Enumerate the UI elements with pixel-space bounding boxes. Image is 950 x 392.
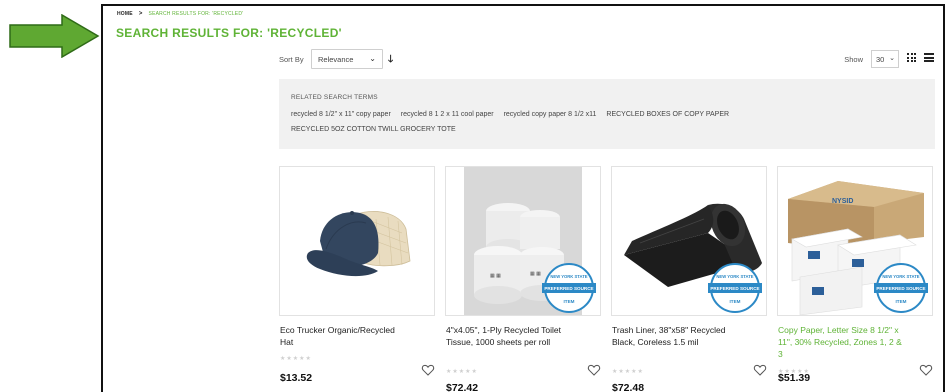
badge-top-text: NEW YORK STATE [550,274,587,279]
preferred-source-badge: NEW YORK STATE PREFERRED SOURCE ITEM [874,263,928,313]
product-image[interactable] [279,166,435,316]
breadcrumb-current: SEARCH RESULTS FOR: 'RECYCLED' [148,11,244,17]
product-name[interactable]: 4"x4.05", 1-Ply Recycled Toilet Tissue, … [446,324,572,348]
rating-stars-icon: ★★★★★ [280,356,312,362]
rating-stars-icon: ★★★★★ [612,369,644,375]
grid-view-icon[interactable] [907,53,917,63]
preferred-source-badge: NEW YORK STATE PREFERRED SOURCE ITEM [542,263,596,313]
sort-select-value: Relevance [318,55,354,64]
page-title: SEARCH RESULTS FOR: 'RECYCLED' [116,26,342,40]
related-terms-list: recycled 8 1/2" x 11" copy paper recycle… [291,107,923,137]
badge-middle-text: PREFERRED SOURCE [710,286,759,291]
svg-text:▦ ▦: ▦ ▦ [490,273,501,279]
svg-text:▦ ▦: ▦ ▦ [530,271,541,277]
sort-label: Sort By [279,55,304,64]
green-arrow-icon [9,14,100,58]
product-price: $72.48 [612,382,645,392]
related-term-link[interactable]: recycled 8 1/2" x 11" copy paper [291,111,391,118]
product-card[interactable]: NYSID NEW YORK STATE PREFERRED SOURCE IT… [777,166,933,392]
related-heading: RELATED SEARCH TERMS [291,94,378,101]
badge-middle-text: PREFERRED SOURCE [876,286,925,291]
product-grid: Eco Trucker Organic/Recycled Hat ★★★★★ $… [279,166,939,392]
badge-middle-text: PREFERRED SOURCE [544,286,593,291]
show-label: Show [844,55,863,64]
related-term-link[interactable]: recycled copy paper 8 1/2 x11 [504,111,597,118]
box-label-text: NYSID [832,198,853,205]
product-card[interactable]: NEW YORK STATE PREFERRED SOURCE ITEM Tra… [611,166,767,392]
product-card[interactable]: Eco Trucker Organic/Recycled Hat ★★★★★ $… [279,166,435,392]
breadcrumb-separator-icon: > [138,11,143,17]
product-image[interactable]: NYSID NEW YORK STATE PREFERRED SOURCE IT… [777,166,933,316]
product-card[interactable]: ▦ ▦ ▦ ▦ NEW YORK STATE PREFERRED SOURCE … [445,166,601,392]
breadcrumb: HOME > SEARCH RESULTS FOR: 'RECYCLED' [117,11,243,17]
product-image[interactable]: NEW YORK STATE PREFERRED SOURCE ITEM [611,166,767,316]
product-name[interactable]: Trash Liner, 38"x58" Recycled Black, Cor… [612,324,738,348]
sort-select[interactable]: Relevance ⌄ [311,49,383,69]
related-term-link[interactable]: RECYCLED 5OZ COTTON TWILL GROCERY TOTE [291,126,456,133]
hat-image [306,211,411,277]
wishlist-heart-icon[interactable] [421,363,435,377]
badge-bottom-text: ITEM [730,299,741,304]
sort-direction-arrow-down-icon[interactable]: 🡓 [388,52,393,69]
chevron-down-icon: ⌄ [369,54,376,63]
wishlist-heart-icon[interactable] [753,363,767,377]
product-name[interactable]: Copy Paper, Letter Size 8 1/2" x 11", 30… [778,324,904,360]
product-price: $13.52 [280,372,313,384]
product-price: $72.42 [446,382,479,392]
list-view-icon[interactable] [924,53,934,63]
toolbar: Sort By Relevance ⌄ 🡓 Show 30 ⌄ [279,49,935,69]
product-image[interactable]: ▦ ▦ ▦ ▦ NEW YORK STATE PREFERRED SOURCE … [445,166,601,316]
badge-top-text: NEW YORK STATE [882,274,919,279]
rating-stars-icon: ★★★★★ [446,369,478,375]
breadcrumb-home-link[interactable]: HOME [117,11,133,17]
wishlist-heart-icon[interactable] [587,363,601,377]
related-term-link[interactable]: RECYCLED BOXES OF COPY PAPER [606,111,729,118]
badge-bottom-text: ITEM [564,299,575,304]
related-term-link[interactable]: recycled 8 1 2 x 11 cool paper [401,111,494,118]
show-select-value: 30 [876,55,885,64]
badge-top-text: NEW YORK STATE [716,274,753,279]
badge-bottom-text: ITEM [896,299,907,304]
chevron-down-icon: ⌄ [889,55,895,62]
page-frame: HOME > SEARCH RESULTS FOR: 'RECYCLED' SE… [101,4,945,392]
related-search-terms: RELATED SEARCH TERMS recycled 8 1/2" x 1… [279,79,935,149]
wishlist-heart-icon[interactable] [919,363,933,377]
preferred-source-badge: NEW YORK STATE PREFERRED SOURCE ITEM [708,263,762,313]
show-select[interactable]: 30 ⌄ [871,50,899,68]
product-price: $51.39 [778,372,811,384]
product-name[interactable]: Eco Trucker Organic/Recycled Hat [280,324,406,348]
